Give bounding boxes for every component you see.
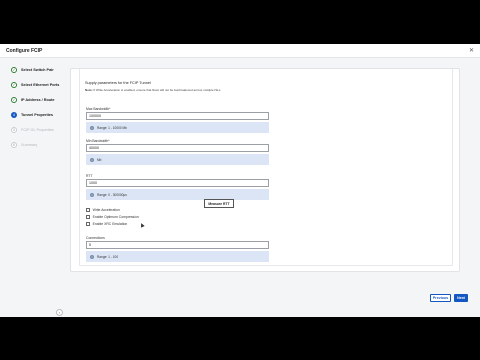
hint-text: Mb (97, 157, 102, 162)
wizard-steps: ✓ Select Switch Pair ✓ Select Ethernet P… (0, 58, 70, 317)
min-bandwidth-label: Min Bandwidth* (86, 139, 110, 143)
collapse-sidebar-button[interactable]: ‹ (56, 309, 63, 316)
step-summary: 6 Summary (0, 137, 70, 152)
info-icon: i (90, 192, 94, 197)
max-bandwidth-hint: i Range: 1 - 10000 Mb (86, 122, 269, 133)
rtt-hint: i Range: 0 - 300000µs (86, 189, 269, 200)
step-label: Tunnel Properties (21, 112, 53, 117)
checkbox-label: Write Acceleration (92, 208, 120, 212)
optimum-compression-checkbox[interactable]: Enable Optimum Compression (86, 215, 139, 219)
step-label: Summary (21, 142, 38, 147)
checkbox-label: Enable Optimum Compression (92, 215, 139, 219)
form-intro: Supply parameters for the FCIP Tunnel (85, 81, 151, 85)
step-label: Select Switch Pair (21, 67, 54, 72)
checkbox-box[interactable] (86, 222, 90, 226)
check-icon: ✓ (11, 81, 17, 88)
max-bandwidth-input[interactable]: 100000 (86, 112, 269, 120)
step-select-ethernet-ports[interactable]: ✓ Select Ethernet Ports (0, 77, 70, 92)
info-icon: i (90, 254, 94, 259)
form-note: Note: If Write Acceleration is enabled, … (85, 88, 220, 92)
min-bandwidth-hint: i Mb (86, 154, 269, 165)
step-select-switch-pair[interactable]: ✓ Select Switch Pair (0, 62, 70, 77)
previous-button[interactable]: Previous (430, 294, 451, 302)
step-label: IP Address / Route (21, 97, 55, 102)
footer-buttons: Previous Next (430, 294, 468, 302)
step-number: 5 (11, 126, 17, 133)
max-bandwidth-label: Max Bandwidth* (86, 107, 111, 111)
info-icon: i (90, 157, 94, 162)
check-icon: ✓ (11, 66, 17, 73)
next-button[interactable]: Next (454, 294, 468, 302)
step-label: FCIP-SL Properties (21, 127, 54, 132)
dialog-title: Configure FCIP (6, 47, 43, 54)
hint-text: Range: 1 - 100 (97, 254, 119, 259)
connections-label: Connections (86, 236, 105, 240)
write-acceleration-checkbox[interactable]: Write Acceleration (86, 208, 120, 212)
check-icon: ✓ (11, 96, 17, 103)
min-bandwidth-input[interactable]: 40000 (86, 144, 269, 152)
measure-rtt-button[interactable]: Measure RTT (204, 199, 234, 208)
configure-fcip-dialog: Configure FCIP ✕ ✓ Select Switch Pair ✓ … (0, 44, 480, 317)
hint-text: Range: 1 - 10000 Mb (97, 125, 127, 130)
step-ip-address-route[interactable]: ✓ IP Address / Route (0, 92, 70, 107)
checkbox-box[interactable] (86, 215, 90, 219)
hint-text: Range: 0 - 300000µs (97, 192, 127, 197)
step-label: Select Ethernet Ports (21, 82, 60, 87)
xrc-emulation-checkbox[interactable]: Enable XRC Emulation (86, 222, 127, 226)
checkbox-label: Enable XRC Emulation (92, 222, 128, 226)
rtt-input[interactable]: 1000 (86, 179, 269, 187)
form-area: Supply parameters for the FCIP Tunnel No… (79, 69, 453, 266)
rtt-label: RTT (86, 174, 93, 178)
step-number: 4 (11, 111, 17, 118)
info-icon: i (90, 125, 94, 130)
step-number: 6 (11, 141, 17, 148)
checkbox-box[interactable] (86, 208, 90, 212)
tunnel-properties-panel: Supply parameters for the FCIP Tunnel No… (70, 68, 460, 272)
note-label: Note: (85, 88, 93, 92)
note-text: If Write Acceleration is enabled, ensure… (93, 88, 221, 92)
step-tunnel-properties[interactable]: 4 Tunnel Properties (0, 107, 70, 122)
titlebar: Configure FCIP ✕ (0, 44, 480, 58)
connections-input[interactable]: 5 (86, 241, 269, 249)
connections-hint: i Range: 1 - 100 (86, 251, 269, 262)
close-icon[interactable]: ✕ (469, 48, 474, 54)
step-fcip-sl-properties: 5 FCIP-SL Properties (0, 122, 70, 137)
